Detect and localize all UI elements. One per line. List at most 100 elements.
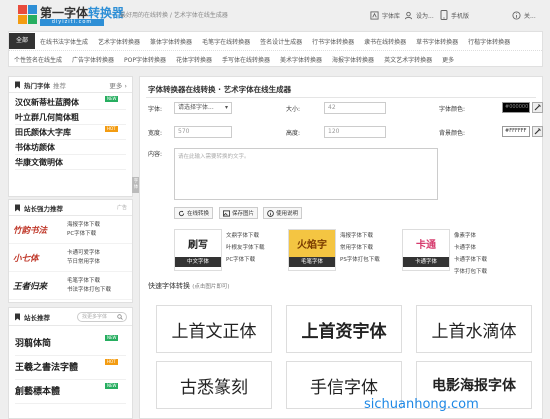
category-banner[interactable]: 火焰字 毛笔字体 海报字体下载 常用字体下载 PS字体打包下载 <box>288 229 400 271</box>
hot-fonts-more-link[interactable]: 更多 › <box>109 80 127 90</box>
webmaster-font-item[interactable]: 王羲之書法字體 HOT <box>15 356 126 380</box>
convert-button[interactable]: 在线转换 <box>174 207 214 219</box>
size-input[interactable]: 42 <box>324 102 386 114</box>
height-input[interactable]: 120 <box>324 126 386 138</box>
category-banner[interactable]: 卡通 卡通字体 像素字体 卡通字体 卡通字体下载 字体打包下载 <box>402 229 514 275</box>
color-picker-icon <box>534 104 541 111</box>
banner-link[interactable]: 卡通字体下载 <box>454 254 487 266</box>
nav-item[interactable]: 篆体字体转换器 <box>145 37 197 46</box>
width-input[interactable]: 570 <box>174 126 232 138</box>
banner-link[interactable]: PC字体下载 <box>226 254 265 266</box>
help-button[interactable]: 使用说明 <box>263 207 303 219</box>
quick-convert-title: 快速字体转换 (点击图片即可) <box>148 281 230 291</box>
nav-item[interactable]: 签名设计生成器 <box>255 37 307 46</box>
size-label: 大小: <box>286 106 301 113</box>
bookmark-icon <box>15 81 20 88</box>
rec-item[interactable]: 小七体 卡通可爱字体 节日常用字体 <box>9 244 132 272</box>
font-search-input[interactable]: 找更多字体 <box>77 311 127 322</box>
ad-tag: 广告 <box>116 205 127 211</box>
font-color-button[interactable] <box>532 102 543 113</box>
webmaster-font-item[interactable]: 羽翦体简 NEW <box>15 332 126 356</box>
bg-color-label: 背景颜色: <box>439 130 466 137</box>
logo-mark-icon <box>18 5 38 25</box>
quick-font-preview[interactable]: 上首水滴体 <box>416 305 532 353</box>
banner-font-preview[interactable]: 刷写 <box>175 230 221 257</box>
nav-item[interactable]: 海报字体转换器 <box>327 55 379 64</box>
webmaster-header: 站长推荐 找更多字体 <box>9 308 132 326</box>
font-color-picker[interactable]: #000000 <box>502 102 530 113</box>
nav-item[interactable]: 个性签名在线生成 <box>9 55 67 64</box>
nav-item[interactable]: 在线书法字体生成 <box>35 37 93 46</box>
user-label: 设为... <box>416 12 434 20</box>
banner-link[interactable]: 像素字体 <box>454 230 487 242</box>
font-select[interactable]: 请选择字体... ▾ <box>174 102 232 114</box>
hot-font-item[interactable]: 汉仪新蒂杜蓝腾体 NEW <box>15 95 126 110</box>
hot-font-name: 叶立群几何简体粗 <box>15 112 79 122</box>
quick-font-preview[interactable]: 上首资宇体 <box>286 305 402 353</box>
bg-color-picker[interactable]: #FFFFFF <box>502 126 530 137</box>
banner-label[interactable]: 毛笔字体 <box>289 257 335 267</box>
nav-item[interactable]: 行书字体转换器 <box>307 37 359 46</box>
rec-item[interactable]: 竹韵书法 海报字体下载 PC字体下载 <box>9 216 132 244</box>
banner-link[interactable]: 常用字体下载 <box>340 242 380 254</box>
nav-item[interactable]: 更多 <box>437 55 459 64</box>
hot-font-item[interactable]: 华康文徵明体 <box>15 155 126 170</box>
bg-color-button[interactable] <box>532 126 543 137</box>
banner-font-preview[interactable]: 火焰字 <box>289 230 335 257</box>
rec-link[interactable]: 书法字体打包下载 <box>67 286 111 295</box>
badge: HOT <box>105 359 118 365</box>
nav-item[interactable]: 英文艺术字转换器 <box>379 55 437 64</box>
rec-link[interactable]: 毛笔字体下载 <box>67 277 111 286</box>
rec-font-preview[interactable]: 王者归来 <box>13 280 61 292</box>
nav-item[interactable]: 草书字体转换器 <box>411 37 463 46</box>
font-library-link[interactable]: 字体库 <box>370 8 400 22</box>
banner-link[interactable]: PS字体打包下载 <box>340 254 380 266</box>
hot-fonts-list: 汉仪新蒂杜蓝腾体 NEW 叶立群几何简体粗田氏颜体大字库 HOT 书体坊颜体 华康文徵明体 <box>9 93 132 172</box>
nav-item[interactable]: 隶书在线转换器 <box>359 37 411 46</box>
hot-font-item[interactable]: 书体坊颜体 <box>15 140 126 155</box>
banner-label[interactable]: 卡通字体 <box>403 257 449 267</box>
nav-item[interactable]: POP字体转换器 <box>119 55 171 64</box>
rec-item[interactable]: 王者归来 毛笔字体下载 书法字体打包下载 <box>9 272 132 300</box>
quick-font-preview[interactable]: 古悉篆刻 <box>156 361 272 409</box>
hot-font-item[interactable]: 叶立群几何简体粗 <box>15 110 126 125</box>
category-banner[interactable]: 刷写 中文字体 文鼎字体下载 叶根友字体下载 PC字体下载 <box>174 229 286 271</box>
banner-link[interactable]: 字体打包下载 <box>454 266 487 278</box>
nav-item[interactable]: 手写体在线转换器 <box>217 55 275 64</box>
info-circle-icon <box>267 209 274 217</box>
nav-item[interactable]: 广告字体转换器 <box>67 55 119 64</box>
site-logo[interactable]: 第一字体转换器 diyiziti.com <box>18 3 124 27</box>
rec-link[interactable]: 节日常用字体 <box>67 258 100 267</box>
nav-item[interactable]: 毛笔字在线转换器 <box>197 37 255 46</box>
nav-item[interactable]: 行楷字体转换器 <box>463 37 515 46</box>
banner-label[interactable]: 中文字体 <box>175 257 221 267</box>
quick-font-preview[interactable]: 上首文正体 <box>156 305 272 353</box>
hot-font-item[interactable]: 田氏颜体大字库 HOT <box>15 125 126 140</box>
banner-link[interactable]: 海报字体下载 <box>340 230 380 242</box>
rec-link[interactable]: PC字体下载 <box>67 230 100 239</box>
webmaster-font-item[interactable]: 創藝標本體 NEW <box>15 380 126 404</box>
banner-link[interactable]: 叶根友字体下载 <box>226 242 265 254</box>
nav-item[interactable]: 美术字体转换器 <box>275 55 327 64</box>
mobile-link[interactable]: 手机版 <box>440 8 469 22</box>
rec-link[interactable]: 海报字体下载 <box>67 221 100 230</box>
rec-font-preview[interactable]: 小七体 <box>13 252 61 264</box>
user-link[interactable]: 设为... <box>404 8 434 22</box>
rec-font-preview[interactable]: 竹韵书法 <box>13 224 61 236</box>
about-link[interactable]: 关... <box>512 8 536 22</box>
webmaster-panel: 站长推荐 找更多字体 羽翦体简 NEW 王羲之書法字體 HOT 創藝標本體 NEW <box>8 307 133 419</box>
top-bar: 第一字体转换器 diyiziti.com 最好用的在线转换 / 艺术字体在线生成… <box>0 0 550 30</box>
bookmark-icon <box>15 204 20 211</box>
search-icon[interactable] <box>117 313 123 320</box>
nav-item[interactable]: 艺术字体转换器 <box>93 37 145 46</box>
content-textarea[interactable]: 请在此输入需要转换的文字。 <box>174 148 438 200</box>
banner-font-preview[interactable]: 卡通 <box>403 230 449 257</box>
badge: NEW <box>105 383 119 389</box>
banner-link[interactable]: 卡通字体 <box>454 242 487 254</box>
nav-item[interactable]: 全部 <box>9 33 36 49</box>
rec-link[interactable]: 卡通可爱字体 <box>67 249 100 258</box>
nav-item[interactable]: 花体字转换器 <box>171 55 217 64</box>
category-banners: 刷写 中文字体 文鼎字体下载 叶根友字体下载 PC字体下载 火焰字 毛笔字体 海报字体下载 常用… <box>174 229 494 275</box>
banner-link[interactable]: 文鼎字体下载 <box>226 230 265 242</box>
save-image-button[interactable]: 保存图片 <box>219 207 259 219</box>
